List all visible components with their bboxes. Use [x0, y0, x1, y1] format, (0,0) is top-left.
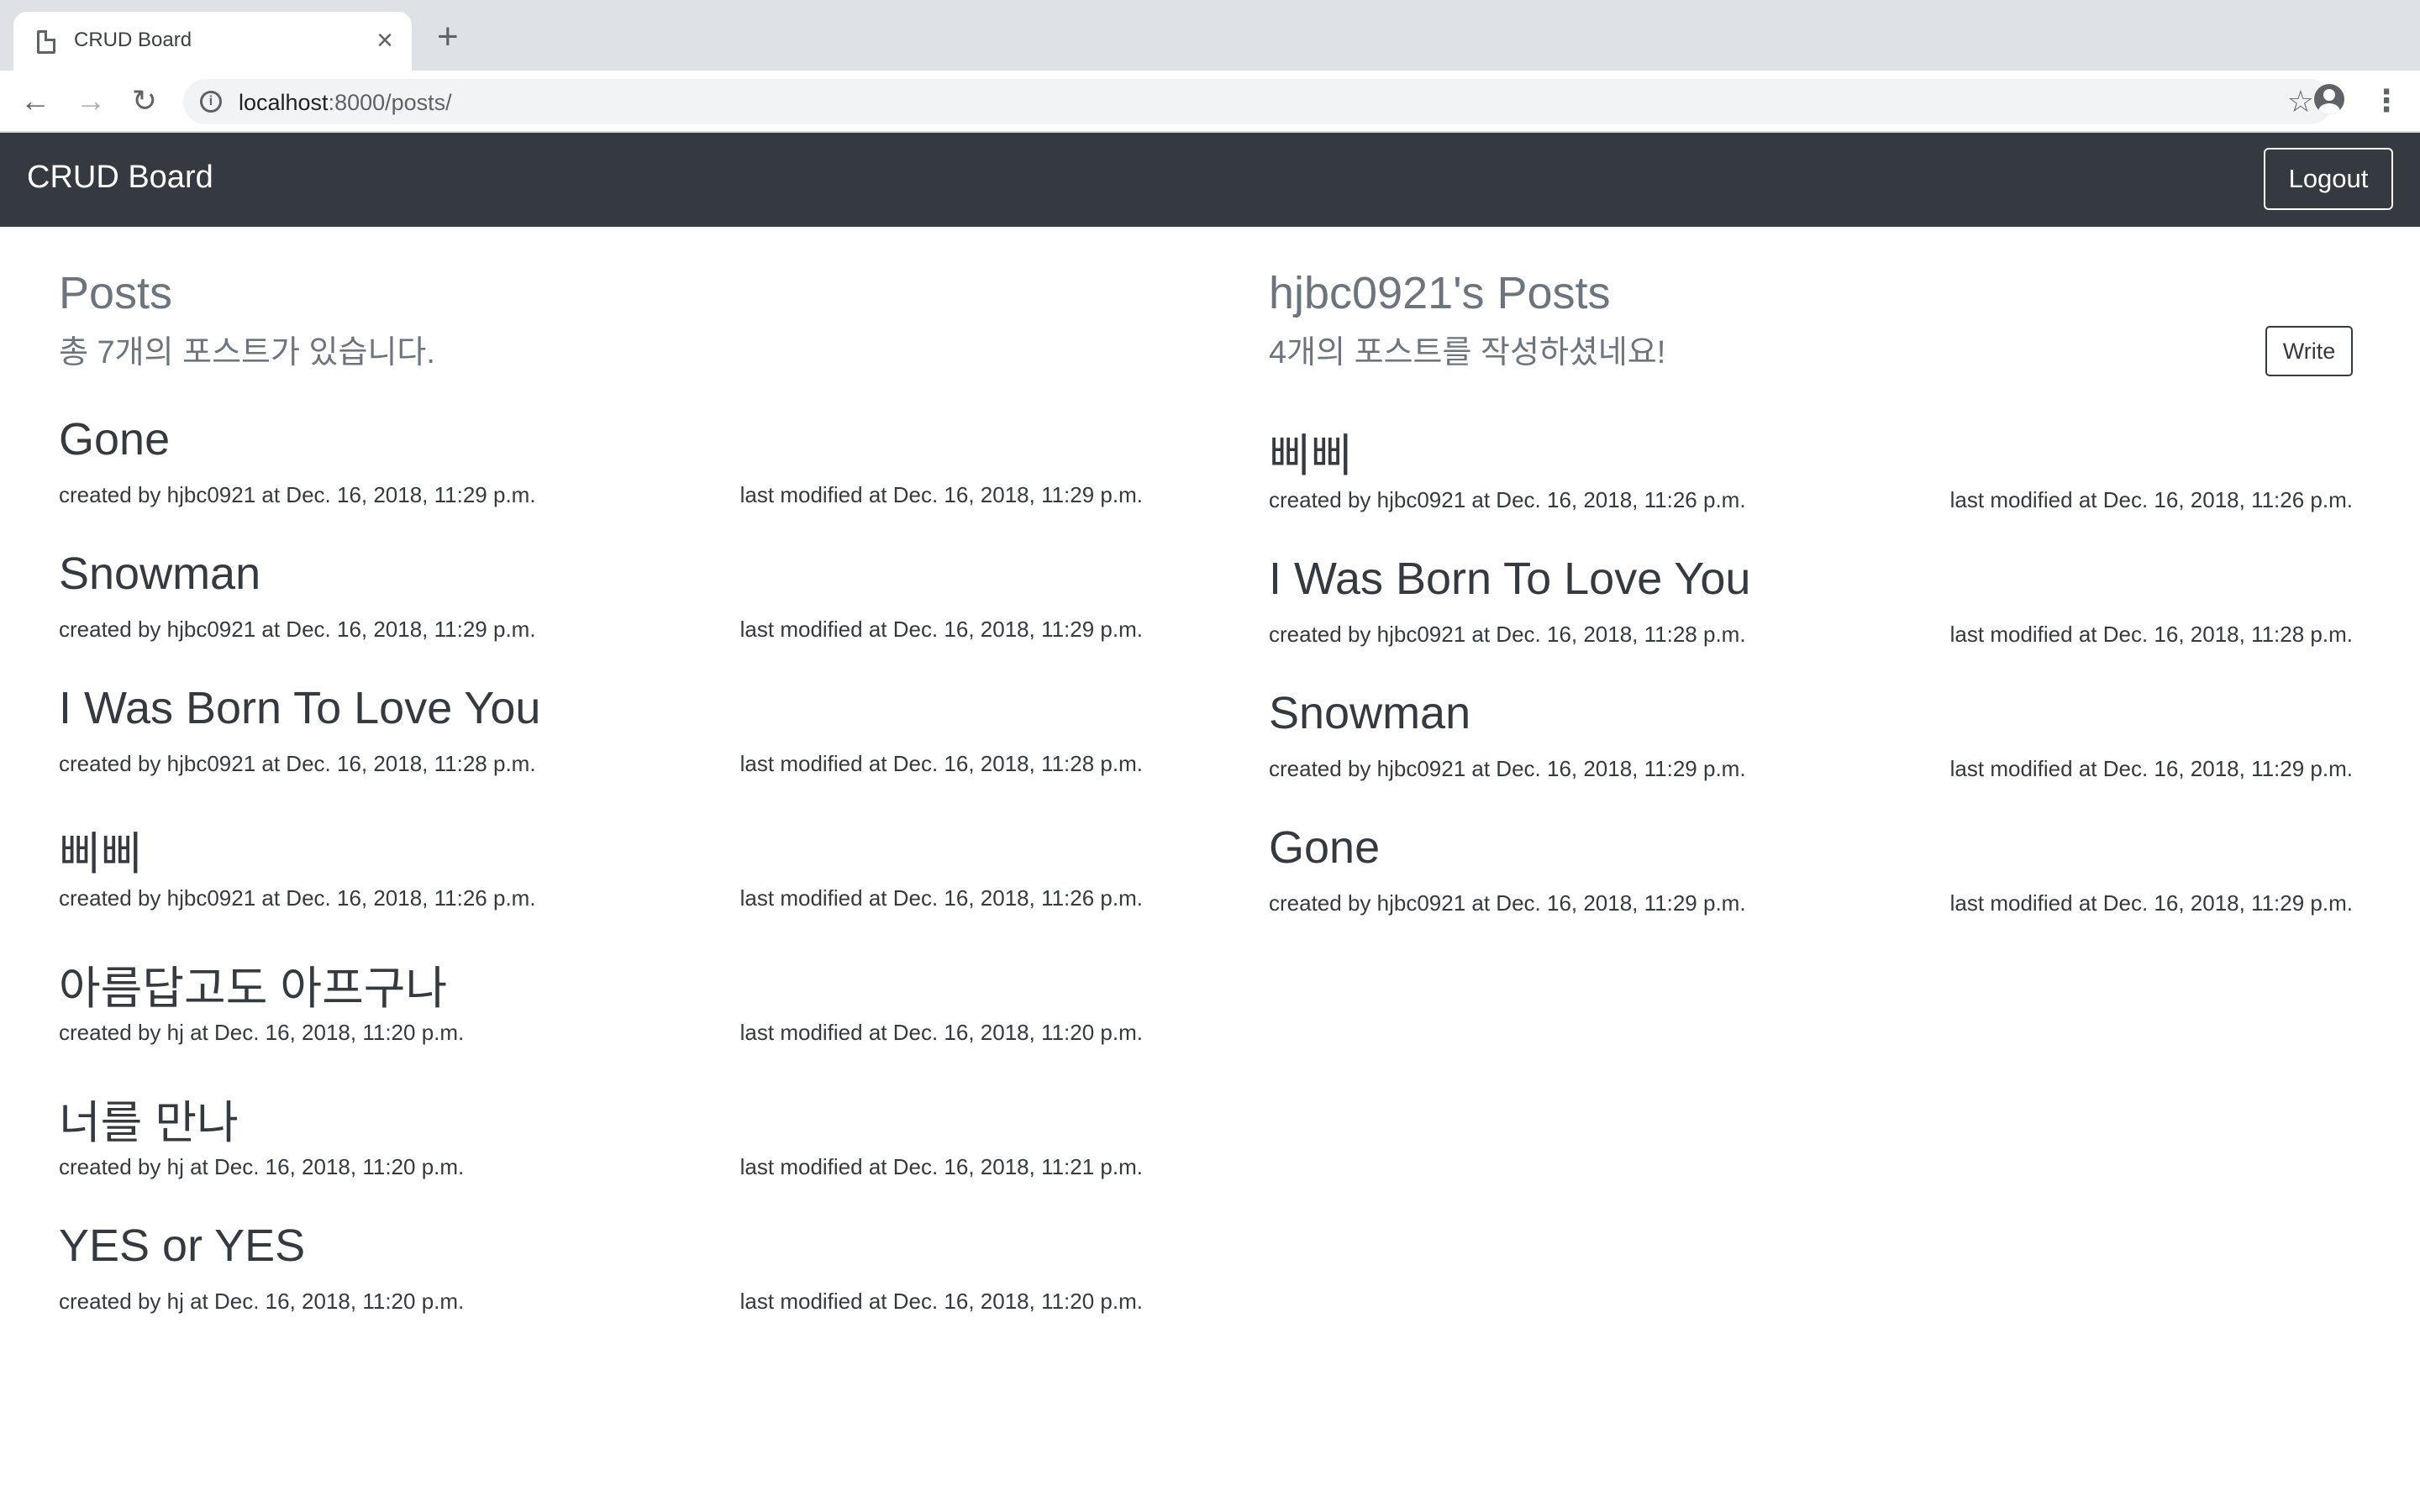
reload-icon[interactable]: ↻	[126, 82, 163, 119]
post-title-link[interactable]: YES or YES	[59, 1220, 305, 1272]
post-title-link[interactable]: Snowman	[1269, 687, 1470, 739]
tab-title: CRUD Board	[74, 29, 192, 51]
post-title-link[interactable]: 삐삐	[1269, 418, 1352, 485]
post-created-info: created by hjbc0921 at Dec. 16, 2018, 11…	[59, 751, 536, 776]
new-tab-icon[interactable]: +	[437, 18, 459, 55]
forward-icon[interactable]: →	[72, 82, 109, 119]
write-button[interactable]: Write	[2265, 326, 2353, 376]
post-created-info: created by hjbc0921 at Dec. 16, 2018, 11…	[59, 482, 536, 507]
post-modified-info: last modified at Dec. 16, 2018, 11:29 p.…	[1949, 890, 2353, 916]
post-created-info: created by hjbc0921 at Dec. 16, 2018, 11…	[59, 885, 536, 911]
post-item: 삐삐 created by hjbc0921 at Dec. 16, 2018,…	[1269, 418, 2353, 536]
bookmark-star-icon[interactable]: ☆	[2287, 84, 2314, 119]
url-host: localhost	[239, 90, 329, 115]
posts-count-subtitle: 총 7개의 포스트가 있습니다.	[59, 335, 435, 370]
browser-toolbar: ← → ↻ i localhost:8000/posts/ ☆ ⋮	[0, 71, 2420, 133]
post-title-link[interactable]: Snowman	[59, 548, 260, 600]
url-text[interactable]: localhost:8000/posts/	[239, 90, 452, 116]
post-title-link[interactable]: Gone	[1269, 822, 1380, 874]
post-modified-info: last modified at Dec. 16, 2018, 11:28 p.…	[1949, 622, 2353, 647]
close-tab-icon[interactable]: ×	[376, 24, 393, 57]
logout-button[interactable]: Logout	[2264, 148, 2393, 210]
post-created-info: created by hjbc0921 at Dec. 16, 2018, 11…	[1269, 890, 1746, 916]
post-item: I Was Born To Love You created by hjbc09…	[1269, 553, 2353, 670]
post-item: Snowman created by hjbc0921 at Dec. 16, …	[1269, 687, 2353, 805]
post-modified-info: last modified at Dec. 16, 2018, 11:20 p.…	[739, 1020, 1143, 1045]
url-path: :8000/posts/	[328, 90, 452, 115]
post-item: Gone created by hjbc0921 at Dec. 16, 201…	[1269, 822, 2353, 939]
post-item: 너를 만나 created by hj at Dec. 16, 2018, 11…	[59, 1085, 1143, 1203]
post-modified-info: last modified at Dec. 16, 2018, 11:29 p.…	[1949, 756, 2353, 781]
post-modified-info: last modified at Dec. 16, 2018, 11:26 p.…	[739, 885, 1143, 911]
post-modified-info: last modified at Dec. 16, 2018, 11:21 p.…	[739, 1154, 1143, 1179]
browser-tab-strip: CRUD Board × +	[0, 0, 2420, 71]
post-item: Gone created by hjbc0921 at Dec. 16, 201…	[59, 413, 1143, 531]
post-title-link[interactable]: 너를 만나	[59, 1085, 239, 1152]
post-created-info: created by hj at Dec. 16, 2018, 11:20 p.…	[59, 1020, 465, 1045]
my-posts-count-subtitle: 4개의 포스트를 작성하셨네요!	[1269, 335, 1666, 370]
app-navbar: CRUD Board Logout	[0, 133, 2420, 227]
post-item: 아름답고도 아프구나 created by hj at Dec. 16, 201…	[59, 951, 1143, 1068]
post-title-link[interactable]: 아름답고도 아프구나	[59, 951, 447, 1017]
my-posts-heading: hjbc0921's Posts	[1269, 268, 1611, 318]
posts-heading: Posts	[59, 268, 173, 318]
post-title-link[interactable]: I Was Born To Love You	[59, 682, 540, 734]
post-created-info: created by hj at Dec. 16, 2018, 11:20 p.…	[59, 1289, 465, 1314]
post-created-info: created by hjbc0921 at Dec. 16, 2018, 11…	[1269, 487, 1746, 512]
post-modified-info: last modified at Dec. 16, 2018, 11:29 p.…	[739, 482, 1143, 507]
back-icon[interactable]: ←	[17, 82, 54, 119]
site-info-icon[interactable]: i	[200, 91, 222, 113]
post-title-link[interactable]: Gone	[59, 413, 170, 465]
post-item: 삐삐 created by hjbc0921 at Dec. 16, 2018,…	[59, 816, 1143, 934]
post-title-link[interactable]: I Was Born To Love You	[1269, 553, 1750, 605]
browser-menu-icon[interactable]: ⋮	[2371, 82, 2402, 119]
post-modified-info: last modified at Dec. 16, 2018, 11:28 p.…	[739, 751, 1143, 776]
post-modified-info: last modified at Dec. 16, 2018, 11:29 p.…	[739, 617, 1143, 642]
post-created-info: created by hjbc0921 at Dec. 16, 2018, 11…	[1269, 622, 1746, 647]
post-modified-info: last modified at Dec. 16, 2018, 11:26 p.…	[1949, 487, 2353, 512]
post-modified-info: last modified at Dec. 16, 2018, 11:20 p.…	[739, 1289, 1143, 1314]
document-icon	[37, 30, 55, 54]
post-created-info: created by hjbc0921 at Dec. 16, 2018, 11…	[1269, 756, 1746, 781]
post-item: YES or YES created by hj at Dec. 16, 201…	[59, 1220, 1143, 1337]
address-bar[interactable]: i localhost:8000/posts/ ☆	[183, 79, 2333, 124]
post-title-link[interactable]: 삐삐	[59, 816, 142, 883]
post-item: Snowman created by hjbc0921 at Dec. 16, …	[59, 548, 1143, 665]
post-created-info: created by hjbc0921 at Dec. 16, 2018, 11…	[59, 617, 536, 642]
post-item: I Was Born To Love You created by hjbc09…	[59, 682, 1143, 800]
post-created-info: created by hj at Dec. 16, 2018, 11:20 p.…	[59, 1154, 465, 1179]
browser-tab[interactable]: CRUD Board ×	[13, 12, 412, 71]
profile-avatar-icon[interactable]	[2314, 84, 2344, 114]
brand-link[interactable]: CRUD Board	[27, 160, 213, 196]
